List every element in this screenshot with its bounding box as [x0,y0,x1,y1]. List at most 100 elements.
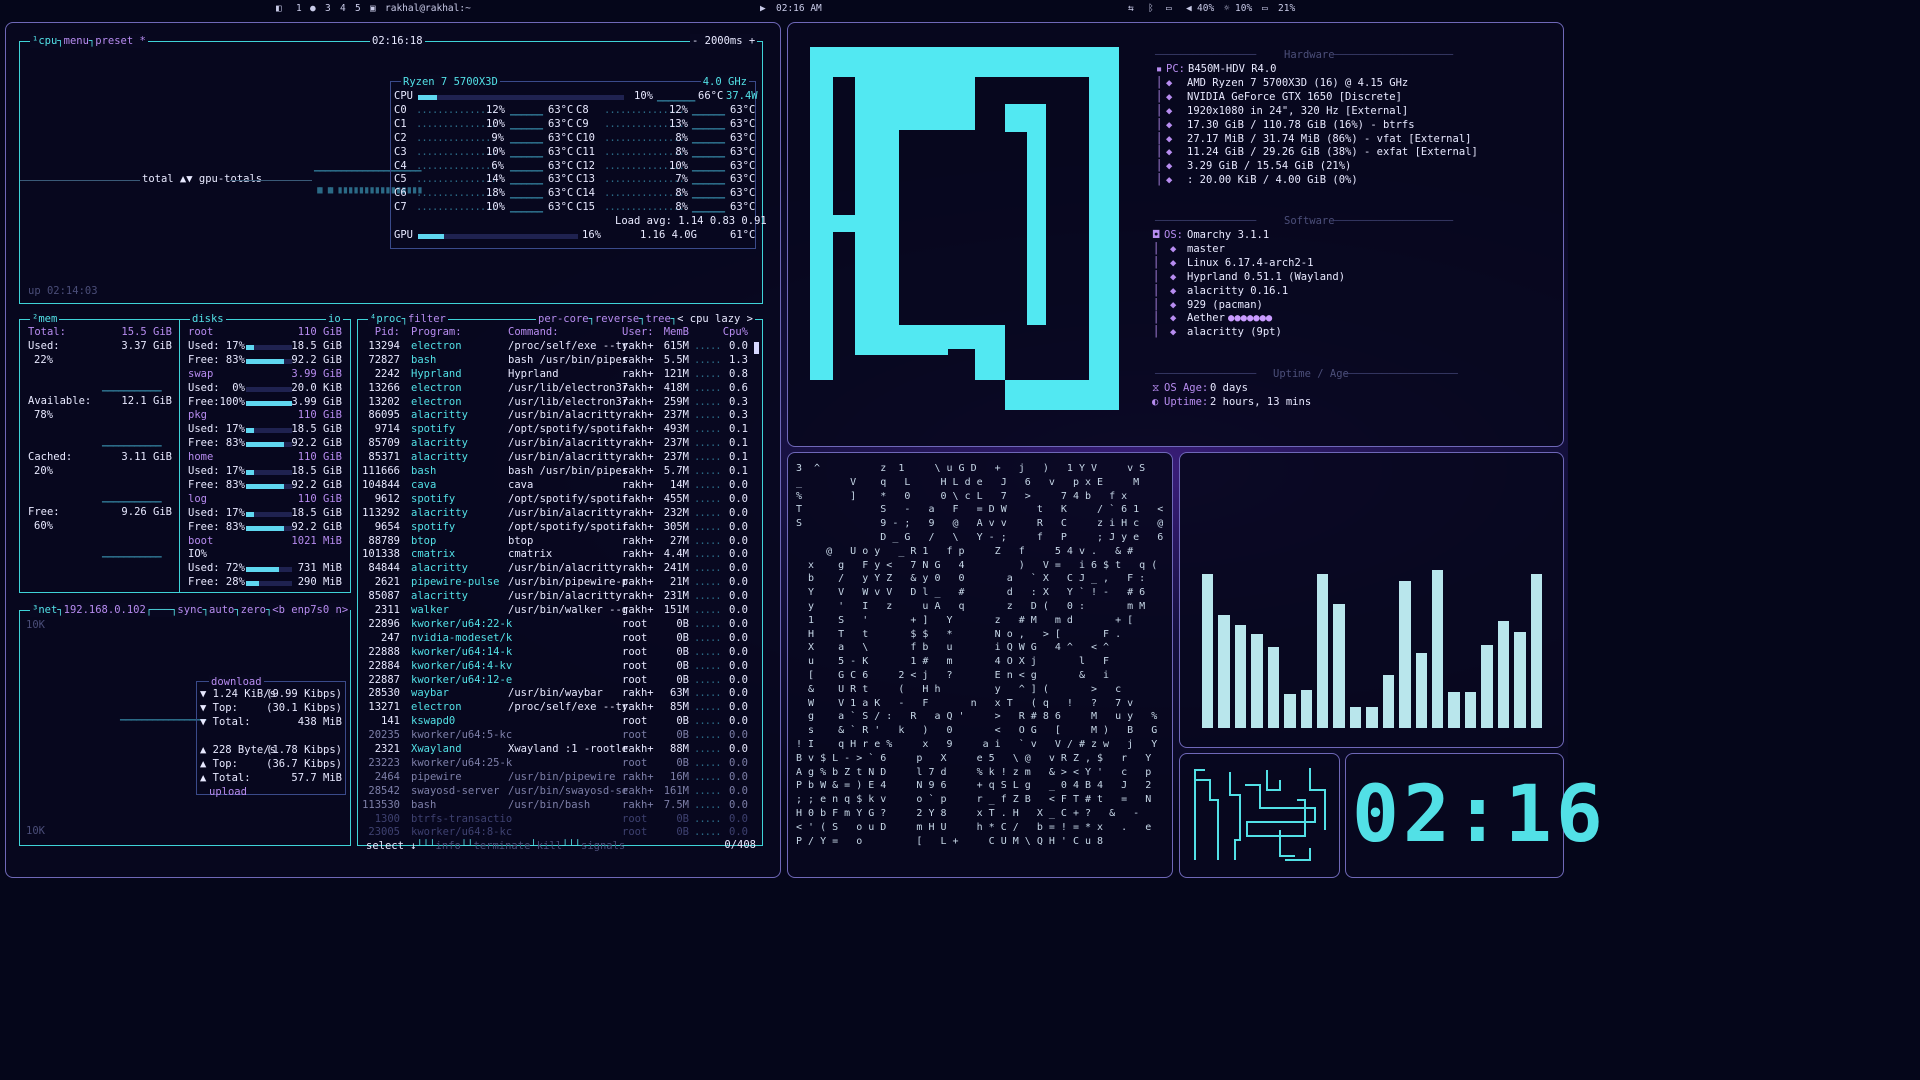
kill-button[interactable]: kill [537,840,562,852]
disk-size: 3.99 GiB [291,367,342,380]
process-cell: 0.6 [729,381,748,394]
update-interval[interactable]: - 2000ms + [690,34,758,48]
process-cell: 88M [670,743,689,755]
process-cell: alacritty [411,409,468,422]
upload-total-label: ▲ Total: [200,772,251,784]
core-temp: 63°C [548,173,574,186]
process-cpu-graph: ..... [694,645,722,658]
select-button[interactable]: select ↓ [366,840,417,852]
process-cell: Hyprland [411,367,462,380]
sw-tree-line: ◘ [1153,229,1160,241]
filter-button[interactable]: filter [408,313,446,325]
sync-toggle[interactable]: sync [177,604,202,616]
process-cell: rakh+ [622,395,654,408]
sort-selector[interactable]: < cpu lazy > [677,313,753,325]
sw-value: master [1187,242,1225,255]
disk-free-value: 92.2 GiB [291,478,342,491]
mem-label: Free: [28,506,60,518]
hw-tree-line: ▪ [1156,63,1163,75]
mem-percent: 78% [34,409,53,421]
zero-toggle[interactable]: zero [241,604,266,616]
sw-value: 929 (pacman) [1187,298,1263,311]
workspace-5[interactable]: 5 [355,3,361,14]
info-button[interactable]: info [436,840,461,852]
workspace-4[interactable]: 4 [340,3,346,14]
brightness-icon[interactable]: ☼ [1224,3,1230,14]
column-header[interactable]: Program: [411,326,462,340]
core-label: C3 [394,145,407,158]
terminate-button[interactable]: terminate [474,840,531,852]
process-cell: 22884 [368,659,400,672]
core-pct: 6% [491,159,504,172]
hw-icon: ◆ [1166,146,1173,159]
workspace-3[interactable]: 3 [325,3,331,14]
volume-label[interactable]: 40% [1197,3,1214,14]
mem-value: 15.5 GiB [121,326,172,338]
process-cell: 0.0 [729,506,748,519]
process-cell: 0.0 [729,339,748,352]
network-icon[interactable]: ⇆ [1128,3,1134,14]
tree-toggle[interactable]: tree [646,313,671,325]
process-cell: 5.7M [663,465,689,477]
process-cell: 0.0 [729,729,748,742]
disk-used-value: 18.5 GiB [291,506,342,519]
process-cell: 141 [381,715,400,728]
column-header[interactable]: Pid: [360,326,400,340]
process-cell: 28542 [368,784,400,797]
column-header[interactable]: Cpu% [718,326,748,340]
net-graph: ▁▁▁▁▁▁▁▁▁▁▁▁▁▁▁▁ [120,709,206,721]
play-icon[interactable]: ▶ [760,3,766,14]
gpu-pct: 16% [582,229,601,241]
workspace-1[interactable]: 1 [296,3,302,14]
disk-name: root [188,326,214,338]
process-cell: btop [508,534,534,547]
process-cell: kworker/u64:4-kv [411,659,513,672]
process-cpu-graph: ..... [694,395,722,408]
process-cell: 0B [676,812,689,825]
core-temp-graph: ▁▁▁▁▁▁ [510,103,543,116]
disk-size: 1021 MiB [291,534,342,547]
clock-label[interactable]: 02:16 AM [776,3,822,14]
core-pct: 12% [669,103,688,116]
monitor-icon[interactable]: ▭ [1166,3,1172,14]
workspace-grid-icon[interactable]: ◧ [276,3,282,14]
process-cpu-graph: ..... [694,812,722,825]
core-pct: 13% [669,117,688,130]
core-pct: 14% [486,173,505,186]
process-cell: root [622,812,648,825]
core-temp-graph: ▁▁▁▁▁▁ [692,173,725,186]
signals-button[interactable]: signals [581,840,625,852]
column-header[interactable]: User: [622,326,654,340]
process-cell: 0.0 [729,743,748,755]
process-cell: 0.0 [729,617,748,630]
auto-toggle[interactable]: auto [209,604,234,616]
process-cell: /proc/self/exe --ty [508,339,629,352]
brightness-label[interactable]: 10% [1235,3,1252,14]
preset-button[interactable]: preset * [95,35,146,47]
interface-selector[interactable]: <b enp7s0 n> [272,604,348,616]
process-cell: rakh+ [622,770,654,783]
volume-icon[interactable]: ◀ [1186,3,1192,14]
disk-used-meter [246,428,292,434]
io-toggle[interactable]: io [328,313,341,325]
process-cell: 0.0 [729,645,748,658]
disk-free-meter [246,400,292,406]
process-cell: 22887 [368,673,400,686]
cava-bar [1432,570,1444,728]
process-cell: 0B [676,729,689,742]
process-cell: 16M [670,770,689,783]
process-cell: root [622,756,648,769]
cava-bar [1218,615,1230,728]
workspace-2-active-icon[interactable]: ● [310,3,316,14]
cava-bar [1514,632,1526,728]
per-core-toggle[interactable]: per-core [538,313,589,325]
column-header[interactable]: MemB [661,326,689,340]
core-temp: 63°C [730,187,756,200]
reverse-toggle[interactable]: reverse [595,313,639,325]
process-scrollbar[interactable] [754,342,759,354]
column-header[interactable]: Command: [508,326,559,340]
process-cell: bash [411,465,437,477]
bluetooth-icon[interactable]: ᛒ [1148,3,1154,14]
menu-button[interactable]: menu [64,35,89,47]
mem-graph: ▁▁▁▁▁▁▁▁▁▁▁ [102,491,162,503]
